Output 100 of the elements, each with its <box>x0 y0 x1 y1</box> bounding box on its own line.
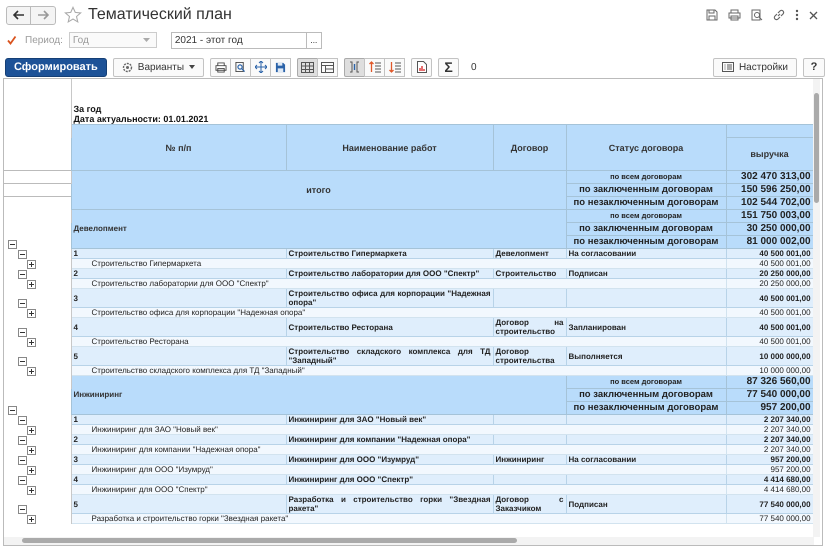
contract-cell: Договор на строительство <box>493 318 566 336</box>
collapse-toggle-icon[interactable] <box>8 406 17 414</box>
columns-icon <box>349 61 360 73</box>
move-button[interactable] <box>250 58 272 76</box>
expand-toggle-icon[interactable] <box>27 446 36 454</box>
detail-name: Строительство лаборатории для ООО "Спектр" <box>71 278 726 288</box>
vertical-scrollbar[interactable] <box>813 79 820 537</box>
total-value: 81 000 002,00 <box>726 236 814 248</box>
column-header: Статус договора <box>566 124 726 170</box>
table-icon <box>321 62 334 72</box>
period-checkbox[interactable] <box>6 34 17 46</box>
list-icon <box>722 62 734 72</box>
row-number: 5 <box>71 494 286 514</box>
row-number: 3 <box>71 454 286 464</box>
contract-cell: Договор с Заказчиком <box>493 494 566 514</box>
variants-button[interactable]: Варианты <box>112 58 204 76</box>
sum-button[interactable]: Σ <box>438 58 460 76</box>
chart-button[interactable] <box>411 58 432 76</box>
total-kind-label: по незаключенным договорам <box>566 236 726 248</box>
expand-toggle-icon[interactable] <box>27 426 36 434</box>
collapse-toggle-icon[interactable] <box>8 240 17 248</box>
arrow-left-icon <box>12 10 24 20</box>
row-number: 1 <box>71 248 286 258</box>
total-value: 151 750 003,00 <box>726 210 814 222</box>
collapse-toggle-icon[interactable] <box>18 456 27 464</box>
total-label: итого <box>71 170 566 210</box>
horizontal-scrollbar[interactable] <box>4 537 814 545</box>
collapse-toggle-icon[interactable] <box>18 476 27 484</box>
total-kind-label: по заключенным договорам <box>566 222 726 236</box>
row-number: 5 <box>71 346 286 366</box>
row-number: 1 <box>71 414 286 424</box>
total-kind-label: по заключенным договорам <box>566 388 726 402</box>
collapse-toggle-icon[interactable] <box>18 356 27 366</box>
table-view-button[interactable] <box>317 58 338 76</box>
sort-ascending-button[interactable] <box>364 58 386 76</box>
move-arrows-icon <box>254 61 267 73</box>
revenue-cell: 77 540 000,00 <box>726 494 814 514</box>
settings-button[interactable]: Настройки <box>712 58 797 76</box>
link-icon[interactable] <box>773 9 785 21</box>
caret-icon <box>142 38 150 42</box>
revenue-cell: 10 000 000,00 <box>726 346 814 366</box>
collapse-toggle-icon[interactable] <box>18 250 27 258</box>
back-button[interactable] <box>6 6 31 24</box>
magnifier-page-icon <box>235 61 246 73</box>
window-title: Тематический план <box>88 6 232 24</box>
total-value: 957 200,00 <box>726 402 814 414</box>
expand-toggle-icon[interactable] <box>27 280 36 288</box>
grid-view-button[interactable] <box>297 58 318 76</box>
total-kind-label: по незаключенным договорам <box>566 402 726 414</box>
date-line: Дата актуальности: 01.01.2021 <box>71 114 814 124</box>
star-icon[interactable] <box>64 6 82 24</box>
help-button[interactable]: ? <box>803 58 825 76</box>
work-name: Разработка и строительство горки "Звездная ракета" <box>286 494 493 514</box>
period-field[interactable]: 2021 - этот год <box>170 32 307 48</box>
expand-toggle-icon[interactable] <box>27 486 36 494</box>
column-header: № п/п <box>71 124 286 170</box>
detail-name: Инжиниринг для компании "Надежная опора" <box>71 444 726 454</box>
save-icon[interactable] <box>706 9 718 21</box>
total-value: 150 596 250,00 <box>726 184 814 196</box>
sort-descending-button[interactable] <box>384 58 406 76</box>
expand-toggle-icon[interactable] <box>27 260 36 268</box>
collapse-toggle-icon[interactable] <box>18 298 27 308</box>
total-value: 102 544 702,00 <box>726 196 814 210</box>
save-button[interactable] <box>270 58 292 76</box>
period-heading: За год <box>71 104 814 114</box>
printer-icon <box>214 62 227 72</box>
collapse-toggle-icon[interactable] <box>18 270 27 278</box>
work-name: Строительство складского комплекса для ТД "Западный" <box>286 346 493 366</box>
row-number: 2 <box>71 268 286 278</box>
more-icon[interactable] <box>795 9 799 21</box>
row-number: 3 <box>71 288 286 308</box>
close-icon[interactable] <box>809 10 818 20</box>
print-icon[interactable] <box>728 9 741 21</box>
floppy-disk-icon <box>275 62 286 72</box>
total-kind-label: по заключенным договорам <box>566 184 726 196</box>
chart-document-icon <box>416 61 427 73</box>
work-name: Строительство офиса для корпорации "Надежная опора" <box>286 288 493 308</box>
print-button[interactable] <box>210 58 232 76</box>
work-name: Инжиниринг для ООО "Спектр" <box>286 474 493 484</box>
collapse-toggle-icon[interactable] <box>18 328 27 336</box>
expand-toggle-icon[interactable] <box>27 514 36 524</box>
preview-button[interactable] <box>230 58 252 76</box>
generate-button[interactable]: Сформировать <box>5 58 107 76</box>
collapse-toggle-icon[interactable] <box>18 416 27 424</box>
sum-value: 0 <box>471 62 477 72</box>
total-kind-label: по незаключенным договорам <box>566 196 726 210</box>
row-number: 4 <box>71 318 286 336</box>
expand-toggle-icon[interactable] <box>27 366 36 376</box>
collapse-toggle-icon[interactable] <box>18 436 27 444</box>
choose-button[interactable]: ... <box>306 32 322 48</box>
total-value: 30 250 000,00 <box>726 222 814 236</box>
preview-icon[interactable] <box>751 9 763 21</box>
expand-toggle-icon[interactable] <box>27 308 36 318</box>
detail-name: Инжиниринг для ООО "Изумруд" <box>71 464 726 474</box>
grid-icon <box>301 62 314 72</box>
expand-toggle-icon[interactable] <box>27 466 36 474</box>
contract-cell: Договор строительства <box>493 346 566 366</box>
expand-toggle-icon[interactable] <box>27 338 36 346</box>
columns-button[interactable] <box>344 58 366 76</box>
collapse-toggle-icon[interactable] <box>18 504 27 514</box>
